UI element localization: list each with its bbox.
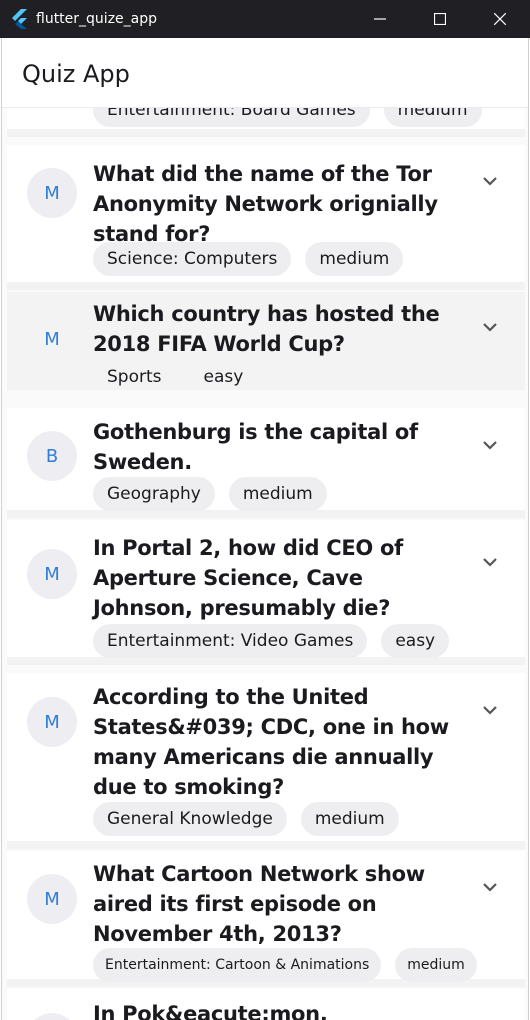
flutter-logo-icon: [12, 9, 27, 29]
chevron-down-icon[interactable]: [479, 170, 501, 192]
maximize-button[interactable]: [410, 0, 470, 38]
avatar: M: [27, 549, 77, 599]
question-card[interactable]: M What did the name of the Tor Anonymity…: [7, 145, 525, 290]
avatar: [27, 1013, 77, 1020]
chevron-down-icon[interactable]: [479, 551, 501, 573]
page-title: Quiz App: [22, 60, 130, 88]
avatar: M: [44, 328, 60, 350]
question-text: In Portal 2, how did CEO of Aperture Sci…: [93, 536, 403, 620]
minimize-icon: [374, 18, 386, 20]
avatar: B: [27, 431, 77, 481]
difficulty-chip: medium: [300, 802, 399, 836]
category-chip: Entertainment: Video Games: [93, 624, 368, 658]
chevron-down-icon[interactable]: [479, 876, 501, 898]
difficulty-chip: easy: [381, 624, 450, 658]
app-body: Quiz App Entertainment: Board Games medi…: [1, 38, 529, 1020]
category-chip: General Knowledge: [93, 802, 287, 836]
question-text: Which country has hosted the 2018 FIFA W…: [93, 302, 440, 356]
question-text: What did the name of the Tor Anonymity N…: [93, 162, 438, 246]
difficulty-chip: medium: [228, 477, 327, 511]
avatar: M: [27, 697, 77, 747]
close-icon: [494, 13, 506, 25]
close-button[interactable]: [470, 0, 530, 38]
question-card-partial[interactable]: In Pok&eacute;mon, Ash&#039;s: [7, 989, 525, 1020]
minimize-button[interactable]: [350, 0, 410, 38]
difficulty-chip: medium: [395, 948, 477, 982]
app-bar: Quiz App: [2, 38, 528, 108]
category-chip: Science: Computers: [93, 242, 292, 276]
window-titlebar: flutter_quize_app: [0, 0, 530, 38]
question-card-selected[interactable]: M Which country has hosted the 2018 FIFA…: [7, 292, 525, 398]
question-text: In Pok&eacute;mon, Ash&#039;s: [93, 1002, 328, 1020]
avatar: M: [27, 874, 77, 924]
question-card[interactable]: B Gothenburg is the capital of Sweden. G…: [7, 408, 525, 518]
maximize-icon: [434, 13, 446, 25]
avatar: M: [27, 168, 77, 218]
question-text: What Cartoon Network show aired its firs…: [93, 862, 425, 946]
question-card[interactable]: M In Portal 2, how did CEO of Aperture S…: [7, 520, 525, 665]
question-text: According to the United States&#039; CDC…: [93, 685, 449, 799]
category-chip: Geography: [93, 477, 215, 511]
difficulty-chip: medium: [305, 242, 404, 276]
question-card[interactable]: M According to the United States&#039; C…: [7, 673, 525, 849]
question-card[interactable]: M What Cartoon Network show aired its fi…: [7, 851, 525, 987]
category-chip: Entertainment: Cartoon & Animations: [93, 948, 382, 982]
difficulty-chip: easy: [203, 367, 244, 387]
category-chip: Sports: [107, 367, 162, 387]
window-title: flutter_quize_app: [36, 11, 158, 27]
chevron-down-icon[interactable]: [479, 434, 501, 456]
question-text: Gothenburg is the capital of Sweden.: [93, 420, 418, 474]
chevron-down-icon[interactable]: [479, 699, 501, 721]
chevron-down-icon[interactable]: [479, 316, 501, 338]
